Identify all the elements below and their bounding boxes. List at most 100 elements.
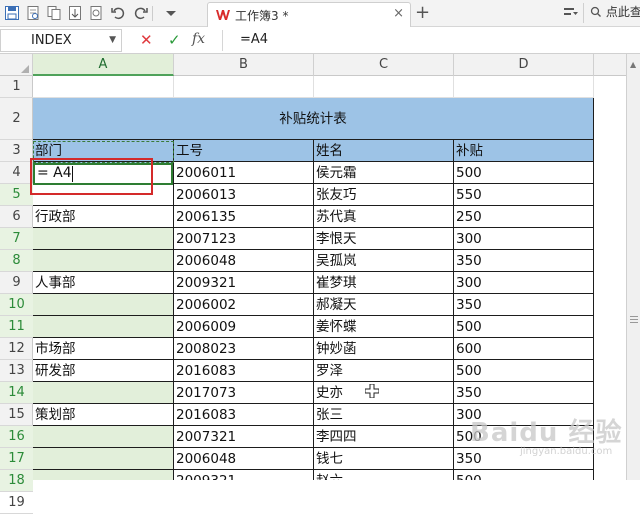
table-cell-b10[interactable]: 2006002 [174, 294, 314, 316]
export-icon[interactable] [67, 5, 83, 21]
table-cell-d10[interactable]: 350 [454, 294, 594, 316]
name-box[interactable]: INDEX ▼ [0, 29, 122, 52]
row-header-3[interactable]: 3 [0, 140, 33, 162]
table-cell-c15[interactable]: 张三 [314, 404, 454, 426]
table-cell-b14[interactable]: 2017073 [174, 382, 314, 404]
table-cell-a7[interactable] [33, 228, 174, 250]
table-cell-a14[interactable] [33, 382, 174, 404]
table-cell-c5[interactable]: 张友巧 [314, 184, 454, 206]
row-header-4[interactable]: 4 [0, 162, 33, 184]
column-header-d[interactable]: D [454, 54, 594, 76]
table-cell-a1[interactable] [33, 76, 174, 98]
column-title-a[interactable]: 部门 [33, 140, 174, 162]
tab-close-icon[interactable]: × [393, 6, 404, 21]
table-cell-b5[interactable]: 2006013 [174, 184, 314, 206]
save-icon[interactable] [4, 5, 20, 21]
table-cell-b18[interactable]: 2009321 [174, 470, 314, 480]
table-cell-d4[interactable]: 500 [454, 162, 594, 184]
row-header-10[interactable]: 10 [0, 294, 33, 316]
row-header-13[interactable]: 13 [0, 360, 33, 382]
table-cell-b1[interactable] [174, 76, 314, 98]
table-cell-b9[interactable]: 2009321 [174, 272, 314, 294]
row-header-1[interactable]: 1 [0, 76, 33, 98]
row-header-5[interactable]: 5 [0, 184, 33, 206]
search-box[interactable]: 点此查 [583, 3, 640, 23]
table-cell-d11[interactable]: 500 [454, 316, 594, 338]
select-all-corner[interactable] [0, 54, 33, 76]
vertical-scrollbar[interactable]: ▲ [626, 54, 640, 480]
column-title-b[interactable]: 工号 [174, 140, 314, 162]
table-cell-b17[interactable]: 2006048 [174, 448, 314, 470]
row-header-8[interactable]: 8 [0, 250, 33, 272]
column-title-c[interactable]: 姓名 [314, 140, 454, 162]
table-cell-c16[interactable]: 李四四 [314, 426, 454, 448]
table-cell-c11[interactable]: 姜怀蝶 [314, 316, 454, 338]
table-cell-c6[interactable]: 苏代真 [314, 206, 454, 228]
table-cell-c10[interactable]: 郝凝天 [314, 294, 454, 316]
table-cell-a9[interactable]: 人事部 [33, 272, 174, 294]
chevron-down-icon[interactable]: ▼ [109, 30, 116, 51]
column-header-b[interactable]: B [174, 54, 314, 76]
table-cell-b11[interactable]: 2006009 [174, 316, 314, 338]
row-header-6[interactable]: 6 [0, 206, 33, 228]
column-title-d[interactable]: 补贴 [454, 140, 594, 162]
print-icon[interactable] [88, 5, 104, 21]
table-cell-c13[interactable]: 罗泽 [314, 360, 454, 382]
scrollbar-thumb[interactable] [630, 304, 638, 344]
table-cell-d9[interactable]: 300 [454, 272, 594, 294]
table-cell-d6[interactable]: 250 [454, 206, 594, 228]
row-header-11[interactable]: 11 [0, 316, 33, 338]
row-header-17[interactable]: 17 [0, 448, 33, 470]
new-tab-button[interactable]: + [415, 2, 430, 23]
table-cell-a8[interactable] [33, 250, 174, 272]
row-header-16[interactable]: 16 [0, 426, 33, 448]
table-cell-d1[interactable] [454, 76, 594, 98]
table-cell-a12[interactable]: 市场部 [33, 338, 174, 360]
table-cell-c7[interactable]: 李恨天 [314, 228, 454, 250]
insert-function-button[interactable]: fx [192, 31, 205, 47]
table-cell-b12[interactable]: 2008023 [174, 338, 314, 360]
column-header-a[interactable]: A [33, 54, 174, 76]
formula-input[interactable]: =A4 [240, 32, 268, 47]
cancel-edit-button[interactable]: ✕ [140, 31, 153, 49]
row-header-12[interactable]: 12 [0, 338, 33, 360]
table-cell-b7[interactable]: 2007123 [174, 228, 314, 250]
table-cell-d18[interactable]: 500 [454, 470, 594, 480]
table-cell-a15[interactable]: 策划部 [33, 404, 174, 426]
table-cell-b6[interactable]: 2006135 [174, 206, 314, 228]
table-title[interactable]: 补贴统计表 [33, 98, 594, 140]
table-cell-d13[interactable]: 500 [454, 360, 594, 382]
table-cell-a17[interactable] [33, 448, 174, 470]
undo-icon[interactable] [110, 5, 126, 21]
row-header-9[interactable]: 9 [0, 272, 33, 294]
table-cell-b4[interactable]: 2006011 [174, 162, 314, 184]
table-cell-a6[interactable]: 行政部 [33, 206, 174, 228]
table-cell-a16[interactable] [33, 426, 174, 448]
table-cell-a11[interactable] [33, 316, 174, 338]
redo-icon[interactable] [133, 5, 149, 21]
table-cell-c12[interactable]: 钟妙菡 [314, 338, 454, 360]
print-preview-icon[interactable] [25, 5, 41, 21]
workbook-tab[interactable]: 工作簿3 * × [207, 2, 411, 27]
scroll-up-icon[interactable]: ▲ [630, 60, 636, 69]
row-header-19[interactable]: 19 [0, 492, 33, 514]
table-cell-c14[interactable]: 史亦 [314, 382, 454, 404]
table-cell-a10[interactable] [33, 294, 174, 316]
table-cell-b16[interactable]: 2007321 [174, 426, 314, 448]
table-cell-d8[interactable]: 350 [454, 250, 594, 272]
table-cell-b8[interactable]: 2006048 [174, 250, 314, 272]
column-header-c[interactable]: C [314, 54, 454, 76]
table-cell-d7[interactable]: 300 [454, 228, 594, 250]
row-header-15[interactable]: 15 [0, 404, 33, 426]
table-cell-d12[interactable]: 600 [454, 338, 594, 360]
table-cell-d5[interactable]: 550 [454, 184, 594, 206]
table-cell-c4[interactable]: 侯元霜 [314, 162, 454, 184]
table-cell-c1[interactable] [314, 76, 454, 98]
table-cell-c18[interactable]: 赵六 [314, 470, 454, 480]
table-cell-a18[interactable] [33, 470, 174, 480]
table-cell-d14[interactable]: 350 [454, 382, 594, 404]
table-cell-a5[interactable] [33, 184, 174, 206]
row-header-18[interactable]: 18 [0, 470, 33, 492]
row-header-7[interactable]: 7 [0, 228, 33, 250]
table-cell-a13[interactable]: 研发部 [33, 360, 174, 382]
